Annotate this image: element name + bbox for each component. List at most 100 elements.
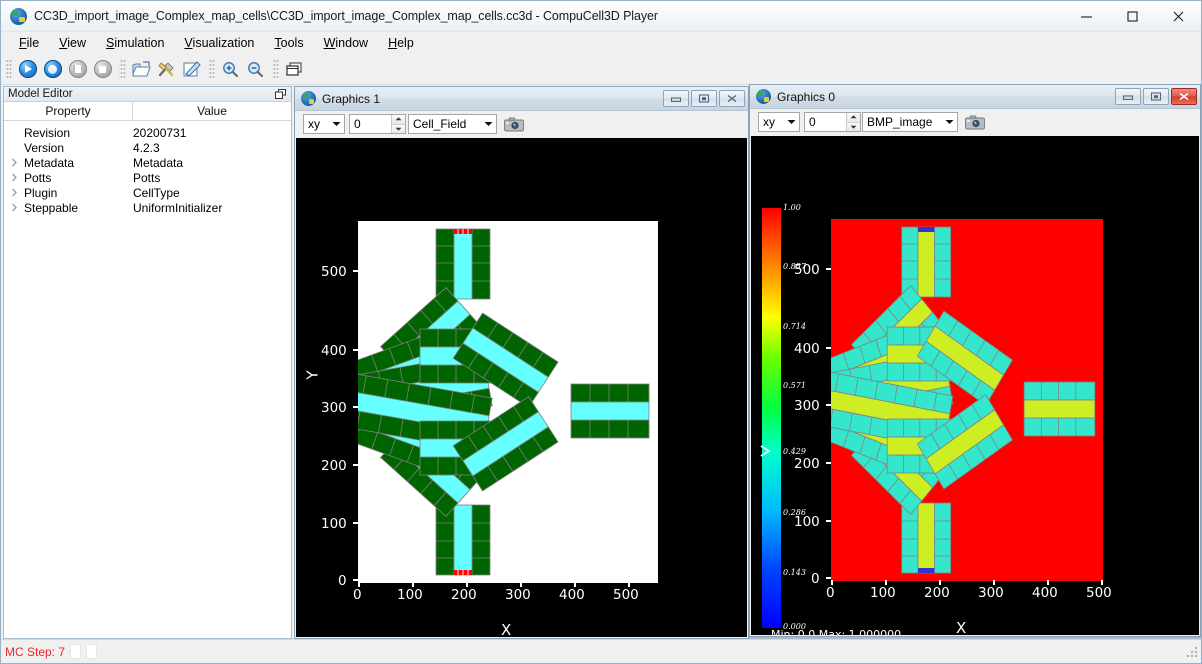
plane-select[interactable]: xy xyxy=(758,112,800,132)
minimize-button[interactable] xyxy=(663,90,689,107)
x-tick-label: 0 xyxy=(353,587,362,603)
spinbox-buttons[interactable] xyxy=(846,113,860,131)
play-icon xyxy=(19,60,37,78)
menu-view[interactable]: View xyxy=(49,34,96,52)
minimize-button[interactable] xyxy=(1115,88,1141,105)
compucell3d-logo-icon xyxy=(756,89,771,104)
menu-tools[interactable]: Tools xyxy=(264,34,313,52)
edit-script-button[interactable] xyxy=(179,57,204,82)
model-editor-titlebar: Model Editor xyxy=(4,87,291,102)
y-tick-label: 300 xyxy=(794,398,820,414)
tile-windows-icon xyxy=(285,61,304,78)
graphics-0-title: Graphics 0 xyxy=(777,90,835,104)
graphics-1-titlebar[interactable]: Graphics 1 xyxy=(295,87,748,111)
toolbar-grip[interactable] xyxy=(5,58,12,80)
camera-icon xyxy=(965,115,985,130)
y-tick-label: 200 xyxy=(794,456,820,472)
zoom-in-button[interactable] xyxy=(218,57,243,82)
menu-window[interactable]: Window xyxy=(314,34,378,52)
spin-up-icon[interactable] xyxy=(392,115,405,125)
y-tick-label: 500 xyxy=(794,262,820,278)
graphics-1-toolbar: xy 0 Cell_Field xyxy=(295,111,748,137)
x-tick-label: 200 xyxy=(924,585,950,601)
tree-row[interactable]: Revision 20200731 xyxy=(4,125,291,140)
status-bar: MC Step: 7 xyxy=(1,639,1201,663)
tree-property: Revision xyxy=(24,126,133,140)
pause-icon xyxy=(69,60,87,78)
chevron-right-icon[interactable] xyxy=(4,188,24,197)
y-tick-label: 400 xyxy=(794,341,820,357)
column-header-value[interactable]: Value xyxy=(133,102,291,120)
configure-button[interactable] xyxy=(154,57,179,82)
menu-simulation[interactable]: Simulation xyxy=(96,34,174,52)
graphics-1-window[interactable]: Graphics 1 xy xyxy=(294,86,749,639)
minimize-button[interactable] xyxy=(1063,1,1109,32)
colorbar-tick-label: 0.429 xyxy=(783,447,806,456)
chevron-right-icon[interactable] xyxy=(4,158,24,167)
spin-up-icon[interactable] xyxy=(847,113,860,123)
tree-row[interactable]: Metadata Metadata xyxy=(4,155,291,170)
pause-button[interactable] xyxy=(65,57,90,82)
toolbar-grip-2[interactable] xyxy=(119,58,126,80)
chevron-right-icon[interactable] xyxy=(4,203,24,212)
menu-help[interactable]: Help xyxy=(378,34,424,52)
model-editor-dock: Model Editor Property Value Revision 202… xyxy=(3,86,292,639)
field-select[interactable]: BMP_image xyxy=(862,112,958,132)
spin-down-icon[interactable] xyxy=(392,125,405,134)
maximize-button[interactable] xyxy=(1109,1,1155,32)
close-button[interactable] xyxy=(1171,88,1197,105)
colorbar-tick-label: 0.143 xyxy=(783,568,806,577)
field-select[interactable]: Cell_Field xyxy=(408,114,497,134)
restore-button[interactable] xyxy=(1143,88,1169,105)
x-tick-label: 400 xyxy=(1032,585,1058,601)
screenshot-button[interactable] xyxy=(503,114,525,134)
model-editor-tree: Revision 20200731 Version 4.2.3 Metadata… xyxy=(4,121,291,215)
field-select-value: Cell_Field xyxy=(413,117,480,131)
screenshot-button[interactable] xyxy=(964,112,986,132)
tree-row[interactable]: Steppable UniformInitializer xyxy=(4,200,291,215)
toolbar-grip-3[interactable] xyxy=(208,58,215,80)
y-tick-label: 300 xyxy=(321,400,347,416)
cell-field-plot xyxy=(358,221,658,583)
slice-spinbox[interactable]: 0 xyxy=(349,114,406,134)
tree-row[interactable]: Version 4.2.3 xyxy=(4,140,291,155)
column-header-property[interactable]: Property xyxy=(4,102,133,120)
chevron-right-icon[interactable] xyxy=(4,173,24,182)
spinbox-buttons[interactable] xyxy=(391,115,405,133)
tree-property: Plugin xyxy=(24,186,133,200)
menu-file[interactable]: File xyxy=(9,34,49,52)
graphics-0-titlebar[interactable]: Graphics 0 xyxy=(750,85,1200,109)
open-folder-icon xyxy=(132,61,151,78)
slice-spinbox[interactable]: 0 xyxy=(804,112,861,132)
min-max-label: Min: 0.0 Max: 1.000000 xyxy=(771,628,901,635)
compucell3d-player-window: CC3D_import_image_Complex_map_cells\CC3D… xyxy=(0,0,1202,664)
graphics-0-window[interactable]: Graphics 0 xy xyxy=(749,84,1201,637)
close-button[interactable] xyxy=(1155,1,1201,32)
model-editor-header-row: Property Value xyxy=(4,102,291,121)
resize-grip-icon[interactable] xyxy=(1185,645,1199,659)
toolbar-grip-4[interactable] xyxy=(272,58,279,80)
tree-value: 20200731 xyxy=(133,126,291,140)
zoom-out-button[interactable] xyxy=(243,57,268,82)
x-tick-label: 100 xyxy=(397,587,423,603)
graphics-1-canvas[interactable]: 0 100 200 300 400 500 Y xyxy=(296,138,747,637)
tree-row[interactable]: Potts Potts xyxy=(4,170,291,185)
undock-icon[interactable] xyxy=(274,88,287,100)
x-axis-label: X xyxy=(501,621,511,637)
tile-windows-button[interactable] xyxy=(282,57,307,82)
open-file-button[interactable] xyxy=(129,57,154,82)
run-button[interactable] xyxy=(15,57,40,82)
menu-visualization[interactable]: Visualization xyxy=(174,34,264,52)
spin-down-icon[interactable] xyxy=(847,123,860,132)
restore-button[interactable] xyxy=(691,90,717,107)
zoom-in-icon xyxy=(221,61,240,78)
close-button[interactable] xyxy=(719,90,745,107)
stop-button[interactable] xyxy=(90,57,115,82)
step-button[interactable] xyxy=(40,57,65,82)
graphics-0-controls xyxy=(1115,88,1197,105)
app-logo-icon xyxy=(10,8,27,25)
graphics-0-canvas[interactable]: 1.00 0.857 0.714 0.571 0.429 0.286 0.143… xyxy=(751,136,1199,635)
y-tick-label: 100 xyxy=(794,514,820,530)
plane-select[interactable]: xy xyxy=(303,114,345,134)
tree-row[interactable]: Plugin CellType xyxy=(4,185,291,200)
